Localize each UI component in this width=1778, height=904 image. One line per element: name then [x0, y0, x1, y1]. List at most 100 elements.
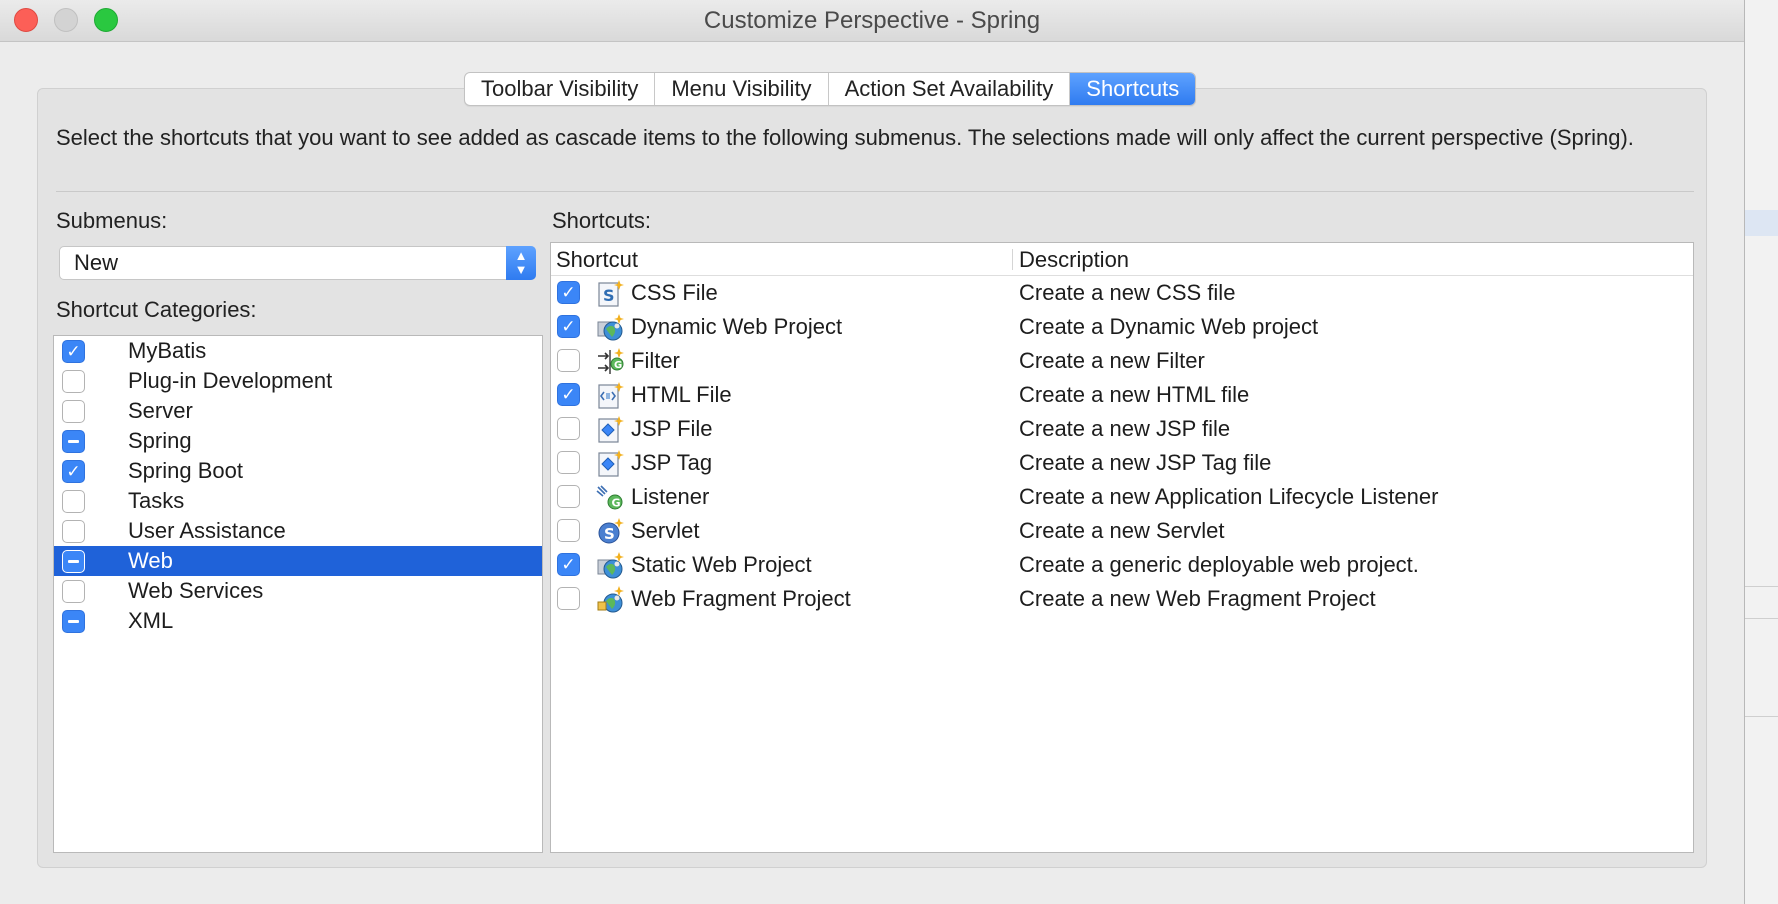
table-header: Shortcut Description [551, 243, 1693, 276]
shortcuts-table[interactable]: Shortcut Description ✓ S CSS File Create a … [550, 242, 1694, 853]
shortcut-description: Create a new Filter [1019, 348, 1205, 373]
category-item[interactable]: Web [54, 546, 542, 576]
tab-menu-visibility[interactable]: Menu Visibility [655, 73, 829, 105]
column-header-description[interactable]: Description [1019, 243, 1129, 276]
svg-text:G: G [614, 360, 622, 371]
column-divider[interactable] [1012, 249, 1013, 270]
html-file-icon [595, 380, 625, 410]
category-checkbox[interactable] [62, 430, 85, 453]
filter-icon: G [595, 346, 625, 376]
category-item[interactable]: ✓ MyBatis [54, 336, 542, 366]
category-checkbox[interactable] [62, 550, 85, 573]
table-row[interactable]: S Servlet Create a new Servlet [551, 514, 1693, 548]
shortcut-categories-list[interactable]: ✓ MyBatis Plug-in Development Server Spring ✓… [53, 335, 543, 853]
svg-text:G: G [612, 497, 621, 510]
servlet-icon: S [595, 516, 625, 546]
shortcut-description: Create a new Servlet [1019, 518, 1225, 543]
shortcut-checkbox[interactable] [557, 587, 580, 610]
static-web-project-icon [595, 550, 625, 580]
svg-text:S: S [603, 286, 615, 305]
table-row[interactable]: ✓ Dynamic Web Project Create a Dynamic Web… [551, 310, 1693, 344]
tab-shortcuts[interactable]: Shortcuts [1070, 73, 1196, 105]
table-row[interactable]: G Listener Create a new Application Lifecy… [551, 480, 1693, 514]
background-line [1745, 618, 1778, 619]
shortcut-checkbox[interactable]: ✓ [557, 281, 580, 304]
category-checkbox[interactable] [62, 520, 85, 543]
shortcut-description: Create a Dynamic Web project [1019, 314, 1319, 339]
column-header-shortcut[interactable]: Shortcut [556, 243, 638, 276]
table-row[interactable]: ✓ S CSS File Create a new CSS file [551, 276, 1693, 310]
shortcut-description: Create a new HTML file [1019, 382, 1250, 407]
shortcut-name: Listener [631, 484, 710, 509]
shortcut-checkbox[interactable] [557, 417, 580, 440]
category-item[interactable]: ✓ Spring Boot [54, 456, 542, 486]
shortcut-description: Create a generic deployable web project. [1019, 552, 1419, 577]
category-checkbox[interactable]: ✓ [62, 340, 85, 363]
table-row[interactable]: JSP File Create a new JSP file [551, 412, 1693, 446]
background-window-edge [1745, 0, 1778, 904]
shortcut-description: Create a new JSP Tag file [1019, 450, 1272, 475]
category-label: Web Services [128, 578, 264, 603]
background-line [1745, 716, 1778, 717]
separator [56, 191, 1694, 192]
shortcut-description: Create a new JSP file [1019, 416, 1231, 441]
category-item[interactable]: Web Services [54, 576, 542, 606]
listener-icon: G [595, 482, 625, 512]
chevron-up-down-icon: ▲ ▼ [506, 246, 536, 280]
category-label: Server [128, 398, 193, 423]
category-label: Web [128, 548, 173, 573]
category-item[interactable]: XML [54, 606, 542, 636]
table-row[interactable]: ✓ HTML File Create a new HTML file [551, 378, 1693, 412]
category-item[interactable]: Tasks [54, 486, 542, 516]
submenus-selected-value: New [74, 250, 119, 275]
table-row[interactable]: Web Fragment Project Create a new Web Fra… [551, 582, 1693, 616]
category-item[interactable]: Spring [54, 426, 542, 456]
shortcut-description: Create a new CSS file [1019, 280, 1236, 305]
category-item[interactable]: Plug-in Development [54, 366, 542, 396]
css-file-icon: S [595, 278, 625, 308]
table-row[interactable]: ✓ Static Web Project Create a generic depl… [551, 548, 1693, 582]
category-label: Spring [128, 428, 192, 453]
category-label: Spring Boot [128, 458, 243, 483]
category-checkbox[interactable] [62, 490, 85, 513]
category-label: Tasks [128, 488, 185, 513]
category-item[interactable]: User Assistance [54, 516, 542, 546]
customize-perspective-dialog: Customize Perspective - Spring Toolbar V… [0, 0, 1745, 904]
table-row[interactable]: G Filter Create a new Filter [551, 344, 1693, 378]
table-row[interactable]: JSP Tag Create a new JSP Tag file [551, 446, 1693, 480]
shortcut-name: JSP Tag [631, 450, 713, 475]
shortcut-checkbox[interactable] [557, 349, 580, 372]
shortcut-name: Filter [631, 348, 680, 373]
shortcut-name: JSP File [631, 416, 713, 441]
tab-toolbar-visibility[interactable]: Toolbar Visibility [465, 73, 656, 105]
table-body: ✓ S CSS File Create a new CSS file ✓ Dynamic … [551, 276, 1693, 616]
category-item[interactable]: Server [54, 396, 542, 426]
shortcut-name: Web Fragment Project [631, 586, 851, 611]
shortcut-checkbox[interactable]: ✓ [557, 315, 580, 338]
category-label: Plug-in Development [128, 368, 333, 393]
submenus-dropdown[interactable]: New ▲ ▼ [59, 246, 536, 280]
shortcut-checkbox[interactable]: ✓ [557, 383, 580, 406]
shortcut-checkbox[interactable] [557, 451, 580, 474]
category-checkbox[interactable] [62, 610, 85, 633]
category-checkbox[interactable] [62, 580, 85, 603]
background-line [1745, 586, 1778, 587]
tab-bar: Toolbar Visibility Menu Visibility Actio… [464, 72, 1197, 106]
shortcut-checkbox[interactable] [557, 519, 580, 542]
category-checkbox[interactable]: ✓ [62, 460, 85, 483]
category-label: MyBatis [128, 338, 207, 363]
shortcut-categories-label: Shortcut Categories: [56, 297, 257, 322]
category-checkbox[interactable] [62, 400, 85, 423]
jsp-file-icon [595, 414, 625, 444]
submenus-label: Submenus: [56, 208, 168, 233]
category-checkbox[interactable] [62, 370, 85, 393]
shortcut-checkbox[interactable]: ✓ [557, 553, 580, 576]
title-bar: Customize Perspective - Spring [0, 0, 1744, 42]
window-title: Customize Perspective - Spring [703, 7, 1041, 34]
shortcut-checkbox[interactable] [557, 485, 580, 508]
tab-action-set-availability[interactable]: Action Set Availability [829, 73, 1071, 105]
shortcut-description: Create a new Web Fragment Project [1019, 586, 1376, 611]
category-label: XML [128, 608, 174, 633]
shortcuts-label: Shortcuts: [552, 208, 652, 233]
category-label: User Assistance [128, 518, 286, 543]
